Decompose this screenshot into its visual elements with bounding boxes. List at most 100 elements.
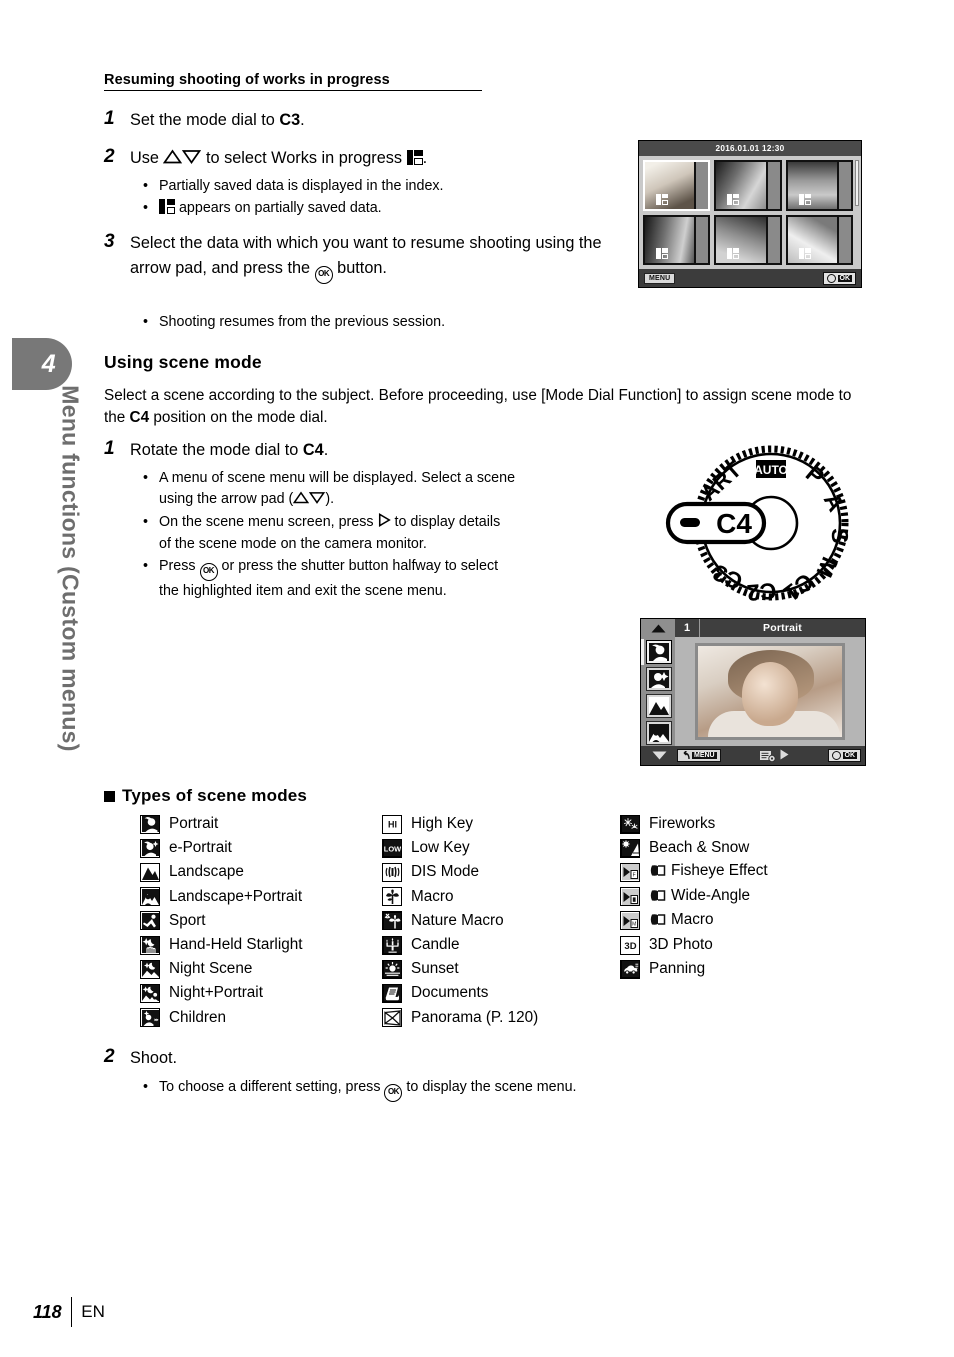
lens-converter-icon	[649, 889, 667, 907]
scene-mode-row: Macro	[382, 885, 620, 909]
scene-mode-label: Hand-Held Starlight	[169, 936, 303, 954]
bullet-line-2-after: ).	[325, 491, 335, 507]
ok-label: OK	[842, 752, 857, 759]
scene-mode-label: Portrait	[169, 815, 219, 833]
macro-icon	[382, 887, 402, 907]
scene-intro-line-1: Select a scene according to the subject.…	[104, 387, 682, 404]
scene-mode-label: High Key	[411, 815, 474, 833]
bullet-text: Press OK or press the shutter button hal…	[159, 556, 498, 602]
scene-mode-row: Children	[140, 1006, 382, 1030]
bullet-text: Shooting resumes from the previous sessi…	[159, 314, 446, 330]
e-portrait-icon	[140, 838, 160, 858]
scene-rail-item-landscape-portrait[interactable]	[646, 721, 672, 745]
bullet-item: • On the scene menu screen, press to dis…	[143, 512, 643, 555]
fisheye-effect-icon: F	[620, 862, 640, 882]
chapter-number: 4	[41, 349, 57, 378]
bullet-item: • A menu of scene menu will be displayed…	[143, 468, 643, 511]
index-screen-bottom-bar: MENU OK	[639, 269, 861, 287]
scene-mode-label: Nature Macro	[411, 911, 504, 929]
page-footer: 118 EN	[33, 1297, 105, 1327]
scene-mode-row: LOW Low Key	[382, 836, 620, 860]
scene-mode-row: Panning	[620, 957, 880, 981]
svg-text:3D: 3D	[624, 941, 636, 952]
scene-mode-row: Night+Portrait	[140, 981, 382, 1005]
ok-button-chip[interactable]: OK	[827, 749, 861, 762]
bullet-text-rest: appears on partially saved data.	[178, 200, 382, 216]
index-scrollbar[interactable]	[855, 160, 859, 206]
scroll-down-icon[interactable]	[645, 751, 673, 760]
beach-snow-icon	[620, 838, 640, 858]
scroll-up-icon[interactable]	[641, 619, 675, 637]
works-in-progress-icon	[159, 199, 175, 214]
works-in-progress-badge	[798, 248, 811, 259]
ok-dial-icon	[831, 751, 841, 760]
scene-mode-label: Landscape	[169, 863, 244, 881]
night-scene-icon	[140, 959, 160, 979]
index-thumbnail	[785, 160, 853, 211]
scene-preview-area	[675, 637, 865, 746]
svg-text:LOW: LOW	[384, 845, 401, 854]
arrow-up-icon	[293, 490, 310, 511]
night-portrait-icon	[140, 983, 160, 1003]
bullet-line-2-before: using the arrow pad (	[159, 491, 294, 507]
step-text: Rotate the mode dial to C4.	[130, 438, 328, 463]
bullet-line-1-after: to display details	[390, 514, 501, 530]
ok-dial-icon	[826, 273, 836, 283]
index-screen-timestamp: 2016.01.01 12:30	[639, 141, 861, 156]
bullet-dot: •	[143, 200, 149, 216]
arrow-right-icon	[378, 512, 391, 534]
step-1-rotate-mode-dial: 1 Rotate the mode dial to C4.	[104, 438, 624, 463]
ok-button-icon: OK	[384, 1084, 403, 1102]
step-text-after: button.	[332, 258, 387, 277]
children-icon	[140, 1008, 160, 1028]
scene-intro-line-2-after: position on the mode dial.	[149, 408, 328, 426]
scene-mode-row: Documents	[382, 981, 620, 1005]
hand-held-starlight-icon	[140, 935, 160, 955]
scene-mode-row: Landscape	[140, 860, 382, 884]
works-in-progress-badge	[656, 193, 668, 205]
step-2-shoot: 2 Shoot.	[104, 1046, 624, 1071]
lens-converter-icon	[649, 913, 667, 931]
arrow-down-icon	[182, 147, 202, 172]
works-in-progress-badge	[656, 248, 668, 259]
step-text-before: Rotate the mode dial to	[130, 441, 303, 459]
arrow-right-icon	[780, 747, 789, 765]
scene-mode-label: Panorama (P. 120)	[411, 1008, 539, 1026]
scene-mode-label: Night Scene	[169, 960, 253, 978]
fireworks-icon	[620, 814, 640, 834]
works-in-progress-icon	[406, 150, 423, 165]
scene-mode-label: Macro	[649, 911, 714, 931]
scene-mode-label: Sport	[169, 911, 206, 929]
svg-text:HI: HI	[388, 820, 397, 830]
bullet-line-1-before: On the scene menu screen, press	[159, 514, 378, 530]
bullet-dot: •	[143, 178, 149, 194]
scene-modes-list: Portrait e-Portrait Landscape Landscape+…	[140, 812, 930, 1030]
arrow-up-icon	[163, 147, 183, 172]
scene-mode-row: Wide-Angle	[620, 885, 880, 909]
scene-mode-row: Night Scene	[140, 957, 382, 981]
lens-converter-icon	[649, 864, 667, 882]
index-thumbnail	[643, 214, 711, 265]
gear-icon	[759, 750, 776, 762]
scene-rail-item-e-portrait[interactable]	[646, 667, 672, 691]
menu-button-chip[interactable]: MENU	[644, 272, 676, 284]
scene-mode-row: M Macro	[620, 909, 880, 933]
index-thumbnail	[785, 214, 853, 265]
scene-rail-item-landscape[interactable]	[646, 694, 672, 718]
scene-rail-item-portrait[interactable]	[646, 640, 672, 664]
heading-types-of-scene-modes: Types of scene modes	[104, 786, 307, 806]
scene-mode-row: Portrait	[140, 812, 382, 836]
ok-button-chip[interactable]: OK	[822, 271, 856, 285]
landscape-icon	[140, 862, 160, 882]
bullet-line-1: A menu of scene menu will be displayed. …	[159, 470, 516, 486]
step-text-after: .	[422, 149, 428, 167]
high-key-icon: HI	[382, 814, 402, 834]
step-number: 1	[104, 438, 115, 459]
menu-label: MENU	[692, 752, 717, 759]
footer-language: EN	[81, 1302, 105, 1321]
scene-mode-row: e-Portrait	[140, 836, 382, 860]
scene-mode-label: 3D Photo	[649, 936, 713, 954]
scene-mode-label: DIS Mode	[411, 863, 480, 881]
menu-back-chip[interactable]: MENU	[677, 749, 721, 762]
rail-scrollbar[interactable]	[641, 639, 644, 665]
